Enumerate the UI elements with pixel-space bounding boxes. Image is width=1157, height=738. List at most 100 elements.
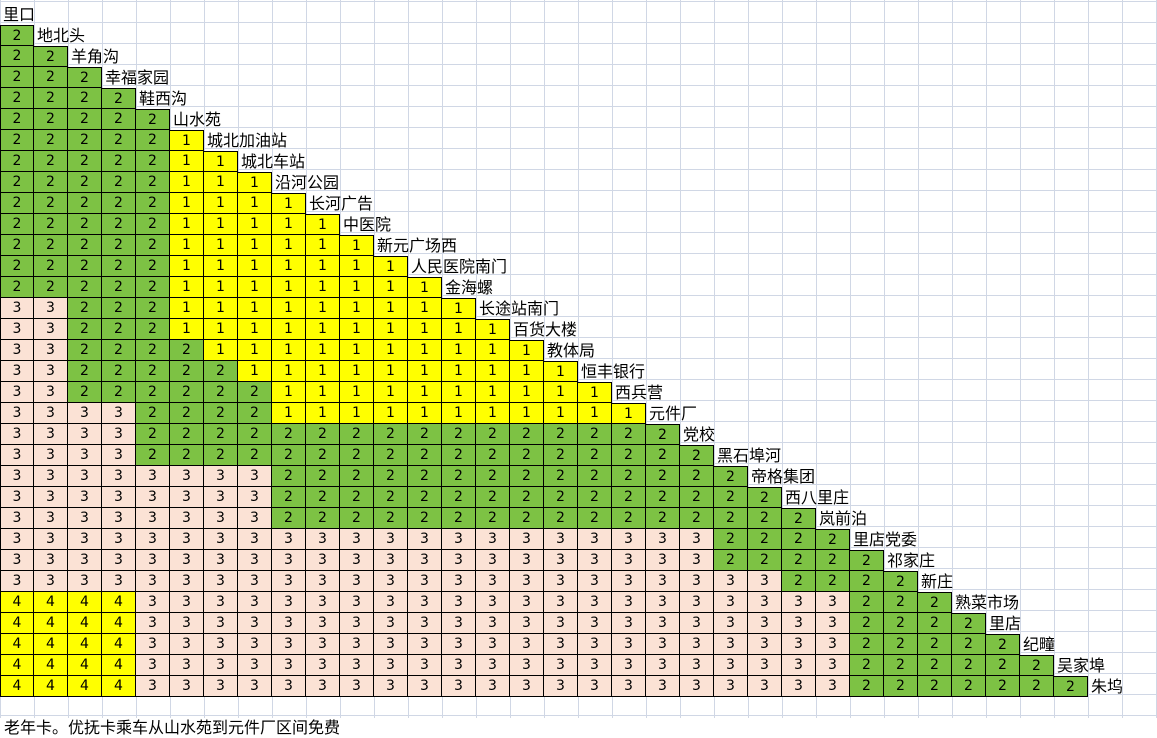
fare-cell: 2	[476, 487, 510, 508]
fare-cell: 2	[612, 508, 646, 529]
fare-cell: 3	[136, 676, 170, 697]
fare-cell: 3	[646, 571, 680, 592]
fare-cell: 3	[782, 592, 816, 613]
fare-cell: 3	[646, 592, 680, 613]
fare-cell: 1	[170, 214, 204, 235]
fare-cell: 3	[612, 655, 646, 676]
fare-cell: 2	[952, 655, 986, 676]
fare-cell: 2	[748, 487, 782, 508]
fare-cell: 3	[340, 634, 374, 655]
fare-cell: 2	[544, 487, 578, 508]
fare-cell: 2	[0, 256, 34, 277]
fare-cell: 3	[0, 424, 34, 445]
fare-cell: 3	[170, 634, 204, 655]
fare-cell: 2	[986, 655, 1020, 676]
fare-cell: 2	[578, 508, 612, 529]
fare-cell: 4	[102, 655, 136, 676]
fare-cell: 1	[510, 403, 544, 424]
station-label: 祁家庄	[887, 551, 936, 570]
fare-cell: 2	[782, 529, 816, 550]
station-label: 金海螺	[445, 278, 494, 297]
fare-cell: 1	[238, 340, 272, 361]
fare-cell: 2	[442, 424, 476, 445]
fare-cell: 4	[102, 634, 136, 655]
fare-cell: 3	[374, 676, 408, 697]
fare-cell: 2	[578, 424, 612, 445]
fare-cell: 3	[272, 676, 306, 697]
fare-cell: 3	[374, 571, 408, 592]
fare-cell: 3	[34, 382, 68, 403]
fare-cell: 3	[340, 655, 374, 676]
fare-cell: 2	[136, 193, 170, 214]
fare-cell: 2	[102, 151, 136, 172]
fare-cell: 3	[374, 592, 408, 613]
station-label: 城北加油站	[207, 131, 288, 150]
fare-cell: 1	[204, 277, 238, 298]
fare-cell: 2	[374, 424, 408, 445]
station-label: 幸福家园	[105, 68, 170, 87]
fare-cell: 1	[544, 382, 578, 403]
fare-cell: 1	[374, 319, 408, 340]
footer-note: 老年卡。优抚卡乘车从山水苑到元件厂区间免费	[4, 718, 341, 737]
fare-cell: 2	[136, 361, 170, 382]
fare-cell: 2	[34, 172, 68, 193]
fare-cell: 4	[68, 613, 102, 634]
fare-cell: 3	[34, 529, 68, 550]
fare-cell: 3	[510, 613, 544, 634]
fare-cell: 1	[408, 319, 442, 340]
fare-cell: 1	[204, 193, 238, 214]
fare-cell: 2	[204, 382, 238, 403]
fare-cell: 2	[680, 445, 714, 466]
fare-cell: 3	[204, 508, 238, 529]
fare-cell: 2	[646, 508, 680, 529]
fare-cell: 1	[238, 319, 272, 340]
fare-cell: 1	[238, 172, 272, 193]
fare-cell: 3	[374, 613, 408, 634]
fare-cell: 2	[68, 151, 102, 172]
fare-cell: 3	[102, 508, 136, 529]
fare-cell: 3	[374, 550, 408, 571]
fare-cell: 3	[170, 466, 204, 487]
fare-cell: 2	[952, 613, 986, 634]
fare-cell: 3	[238, 655, 272, 676]
fare-cell: 2	[272, 424, 306, 445]
fare-cell: 3	[0, 466, 34, 487]
fare-cell: 3	[578, 529, 612, 550]
fare-cell: 3	[476, 676, 510, 697]
fare-cell: 3	[306, 676, 340, 697]
fare-cell: 2	[136, 424, 170, 445]
fare-cell: 3	[272, 571, 306, 592]
fare-cell: 1	[306, 403, 340, 424]
station-label: 西兵营	[615, 383, 664, 402]
fare-cell: 2	[136, 130, 170, 151]
fare-cell: 2	[714, 529, 748, 550]
fare-cell: 3	[578, 655, 612, 676]
fare-cell: 1	[340, 256, 374, 277]
fare-cell: 3	[306, 550, 340, 571]
fare-cell: 2	[68, 256, 102, 277]
fare-cell: 3	[578, 592, 612, 613]
fare-cell: 2	[102, 172, 136, 193]
fare-cell: 2	[136, 172, 170, 193]
fare-cell: 4	[0, 676, 34, 697]
station-label: 吴家埠	[1057, 656, 1106, 675]
fare-cell: 2	[102, 340, 136, 361]
fare-cell: 3	[646, 613, 680, 634]
fare-cell: 3	[340, 529, 374, 550]
station-label: 沿河公园	[275, 173, 340, 192]
fare-cell: 3	[408, 571, 442, 592]
fare-cell: 3	[578, 613, 612, 634]
fare-cell: 3	[544, 634, 578, 655]
fare-cell: 3	[544, 592, 578, 613]
fare-cell: 1	[272, 403, 306, 424]
fare-cell: 3	[0, 529, 34, 550]
fare-cell: 3	[238, 592, 272, 613]
fare-cell: 2	[68, 319, 102, 340]
fare-cell: 2	[170, 424, 204, 445]
station-label: 新庄	[921, 572, 954, 591]
fare-cell: 3	[34, 298, 68, 319]
fare-cell: 3	[0, 571, 34, 592]
fare-cell: 3	[0, 550, 34, 571]
fare-cell: 4	[0, 634, 34, 655]
fare-cell: 2	[136, 151, 170, 172]
